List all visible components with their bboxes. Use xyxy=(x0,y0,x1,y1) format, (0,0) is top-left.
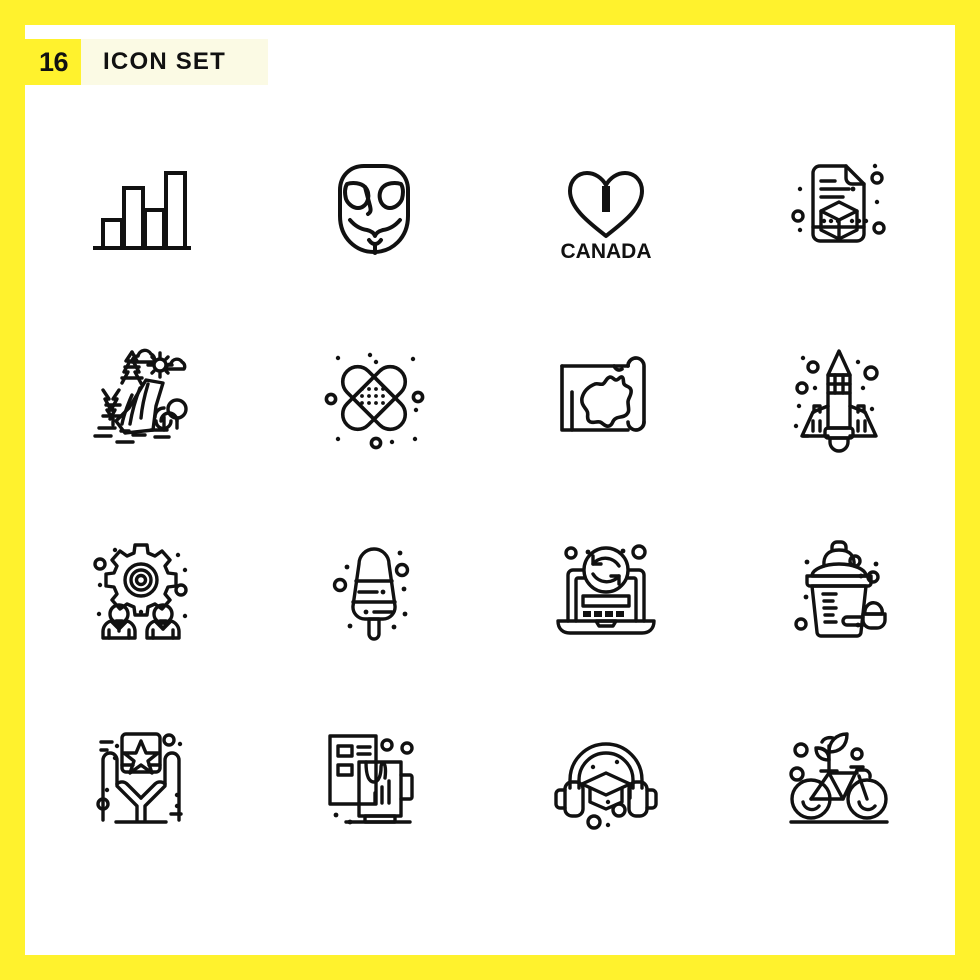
eco-bicycle-icon xyxy=(779,718,899,838)
page-title: ICON SET xyxy=(81,39,268,85)
icon-count-badge: 16 xyxy=(25,39,82,85)
bar-chart-icon xyxy=(81,148,201,268)
branding-mockup-icon xyxy=(314,718,434,825)
icon-cell-protein-shaker[interactable] xyxy=(723,493,956,683)
icon-cell-audio-learning[interactable] xyxy=(490,683,723,873)
ice-cream-popsicle-icon xyxy=(314,528,434,648)
heart-letter-i xyxy=(602,186,611,212)
icon-set-page: 16 ICON SET CANADA xyxy=(25,25,955,955)
i-love-canada-icon: CANADA xyxy=(561,148,652,263)
headphones-graduation-icon xyxy=(546,718,666,838)
icon-cell-3d-file[interactable] xyxy=(723,113,956,303)
laptop-sync-icon xyxy=(546,528,666,648)
team-management-gear-icon xyxy=(81,528,201,648)
space-shuttle-icon xyxy=(793,338,899,458)
icon-cell-laptop-sync[interactable] xyxy=(490,493,723,683)
icon-cell-hands-star[interactable] xyxy=(25,683,258,873)
icon-cell-eco-bicycle[interactable] xyxy=(723,683,956,873)
icon-cell-bandage[interactable] xyxy=(258,303,491,493)
waterfall-landscape-icon xyxy=(81,338,201,458)
canada-label: CANADA xyxy=(561,240,652,263)
icon-cell-branding-mockup[interactable] xyxy=(258,683,491,873)
australia-map-scroll-icon xyxy=(546,338,666,458)
header: 16 ICON SET xyxy=(25,39,268,85)
icon-cell-australia-map[interactable] xyxy=(490,303,723,493)
icon-cell-i-love-canada[interactable]: CANADA xyxy=(490,113,723,303)
3d-file-document-icon xyxy=(779,163,899,268)
icon-cell-bar-chart[interactable] xyxy=(25,113,258,303)
protein-shaker-icon xyxy=(779,528,899,648)
icon-cell-ice-cream[interactable] xyxy=(258,493,491,683)
hands-holding-star-icon xyxy=(81,718,201,838)
icon-cell-anonymous-mask[interactable] xyxy=(258,113,491,303)
icon-cell-waterfall[interactable] xyxy=(25,303,258,493)
crossed-bandage-icon xyxy=(314,352,434,458)
icon-grid: CANADA xyxy=(25,113,955,873)
anonymous-mask-icon xyxy=(314,148,434,268)
icon-cell-team-management[interactable] xyxy=(25,493,258,683)
icon-cell-space-shuttle[interactable] xyxy=(723,303,956,493)
